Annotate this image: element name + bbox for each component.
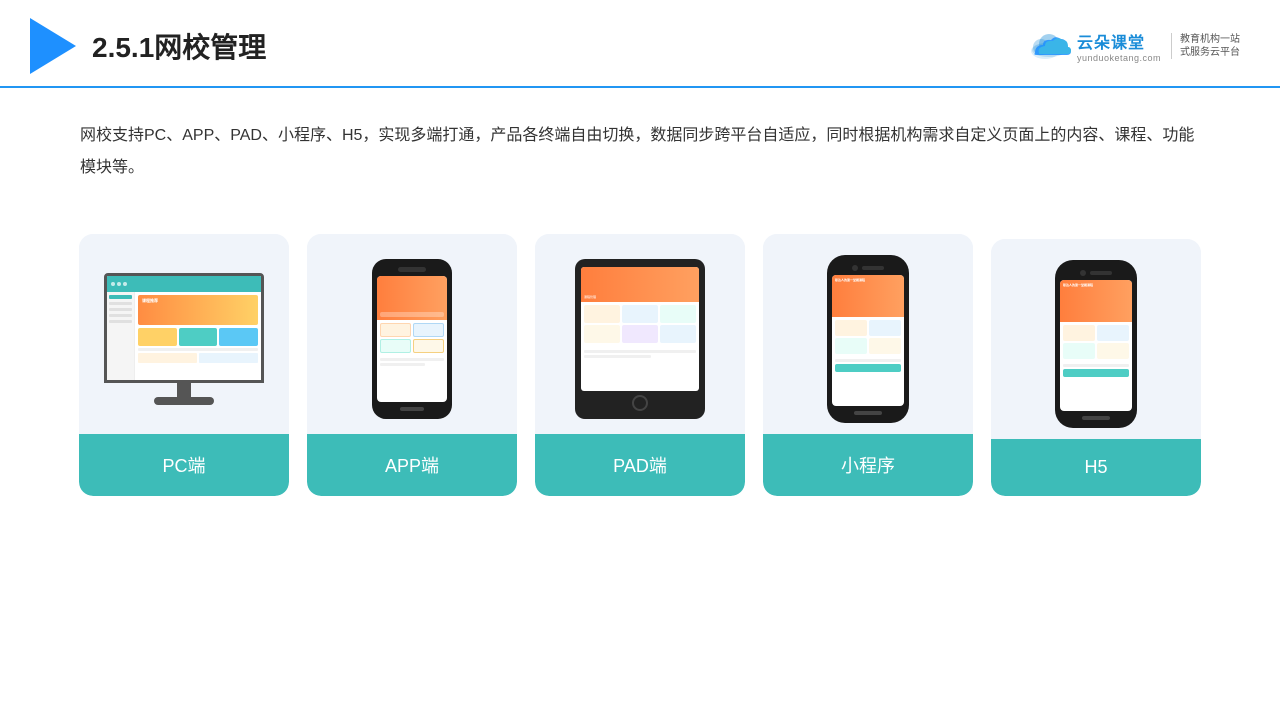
card-pad-label: PAD端 [535, 434, 745, 496]
card-pc: 课程推荐 [79, 234, 289, 496]
card-h5-label: H5 [991, 439, 1201, 496]
card-miniprogram-image: 职达人的第一堂刷课程 [763, 234, 973, 434]
brand-main-text: 云朵课堂 [1077, 29, 1161, 53]
page-header: 2.5.1网校管理 云朵课堂 yunduoketang.com 教育机构一站 [0, 0, 1280, 88]
phone-body-h5: 职达人的第一堂刷课程 [1055, 260, 1137, 428]
header-right: 云朵课堂 yunduoketang.com 教育机构一站 式服务云平台 [1027, 29, 1240, 63]
tablet-body: 课程管理 [575, 259, 705, 419]
brand-logo: 云朵课堂 yunduoketang.com 教育机构一站 式服务云平台 [1027, 29, 1240, 63]
card-pc-label: PC端 [79, 434, 289, 496]
card-miniprogram-label: 小程序 [763, 434, 973, 496]
platform-cards: 课程推荐 [0, 204, 1280, 536]
card-app: APP端 [307, 234, 517, 496]
header-left: 2.5.1网校管理 [30, 18, 266, 74]
cloud-icon [1027, 31, 1071, 61]
phone-mockup-h5: 职达人的第一堂刷课程 [1055, 260, 1137, 428]
monitor-screen: 课程推荐 [104, 273, 264, 383]
brand-text: 云朵课堂 yunduoketang.com [1077, 29, 1161, 63]
card-app-image [307, 234, 517, 434]
card-app-label: APP端 [307, 434, 517, 496]
page-title: 2.5.1网校管理 [92, 26, 266, 66]
tablet-screen: 课程管理 [581, 267, 699, 391]
card-pc-image: 课程推荐 [79, 234, 289, 434]
phone-body-mp: 职达人的第一堂刷课程 [827, 255, 909, 423]
logo-triangle-icon [30, 18, 76, 74]
phone-body-app [372, 259, 452, 419]
description-text: 网校支持PC、APP、PAD、小程序、H5，实现多端打通，产品各终端自由切换，数… [0, 88, 1280, 194]
tablet-mockup: 课程管理 [575, 259, 705, 419]
brand-slogan: 教育机构一站 式服务云平台 [1171, 33, 1240, 59]
card-pad-image: 课程管理 [535, 234, 745, 434]
phone-mockup-app [372, 259, 452, 419]
brand-url: yunduoketang.com [1077, 53, 1161, 63]
card-miniprogram: 职达人的第一堂刷课程 [763, 234, 973, 496]
card-h5: 职达人的第一堂刷课程 [991, 239, 1201, 496]
card-pad: 课程管理 [535, 234, 745, 496]
phone-mockup-mp: 职达人的第一堂刷课程 [827, 255, 909, 423]
card-h5-image: 职达人的第一堂刷课程 [991, 239, 1201, 439]
tablet-home-button [632, 395, 648, 411]
monitor-mockup: 课程推荐 [104, 273, 264, 405]
